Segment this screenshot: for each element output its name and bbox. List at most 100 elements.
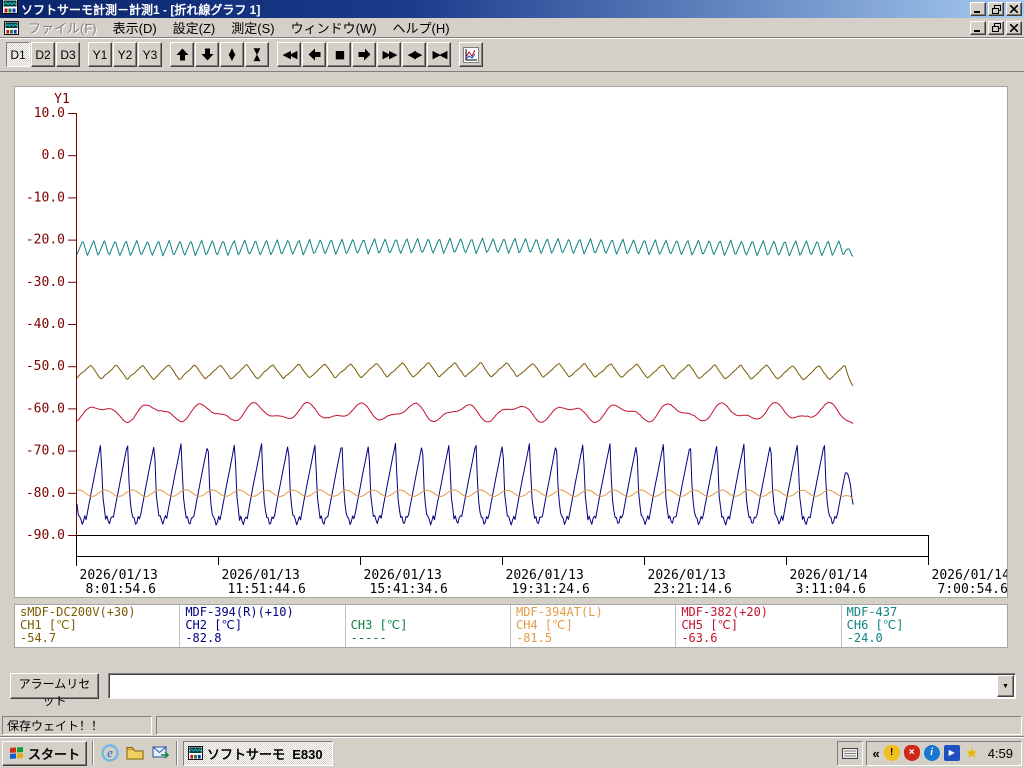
expand-horizontal-icon: ◀▶ [407, 48, 423, 61]
start-button[interactable]: スタート [2, 740, 88, 766]
left-arrow-icon [308, 48, 320, 61]
svg-text:19:31:24.6: 19:31:24.6 [512, 582, 590, 597]
chevron-collapse-icon[interactable]: « [872, 746, 879, 761]
svg-text:e: e [107, 745, 113, 760]
svg-text:-20.0: -20.0 [26, 233, 65, 248]
info-balloon-icon[interactable]: i [923, 745, 940, 761]
expand-vertical-icon: ▲ ▼ [228, 46, 236, 63]
svg-text:2026/01/14: 2026/01/14 [790, 568, 868, 583]
folder-icon[interactable] [124, 741, 146, 765]
taskbar-separator [92, 741, 95, 765]
toolbar-button-compress-horizontal[interactable]: ▶◀ [427, 42, 451, 67]
taskbar-task-button[interactable]: ソフトサーモ E830 [183, 740, 334, 766]
svg-text:-70.0: -70.0 [26, 444, 65, 459]
channel-value: ----- [350, 631, 387, 645]
task-label: ソフトサーモ E830 [207, 746, 323, 762]
taskbar: スタート e ソフトサーモ E830 « ! × i ▶ ★ 4:59 [0, 737, 1024, 768]
toolbar-button-line-graph[interactable] [459, 42, 483, 67]
start-label: スタート [28, 746, 81, 762]
svg-text:-60.0: -60.0 [26, 401, 65, 416]
right-arrow-icon [358, 48, 370, 61]
svg-text:2026/01/13: 2026/01/13 [80, 568, 158, 583]
chart-panel: 10.0 0.0 -10.0 -20.0 -30.0 -40.0 -50.0 -60.0 -70… [14, 86, 1008, 598]
toolbar-button-scroll-left[interactable] [302, 42, 326, 67]
toolbar-button-y1[interactable]: Y1 [88, 42, 112, 67]
svg-text:0.0: 0.0 [42, 148, 65, 163]
toolbar-button-scroll-down[interactable] [195, 42, 219, 67]
close-icon [1010, 23, 1018, 32]
outlook-express-icon[interactable] [149, 741, 171, 765]
legend-cell-ch2: MDF-394(R)(+10) CH2 [℃] -82.8 [180, 605, 346, 647]
titlebar: ソフトサーモ計測－計測1 - [折れ線グラフ 1] [0, 0, 1024, 18]
stop-icon: ■ [334, 48, 346, 61]
svg-text:-90.0: -90.0 [26, 528, 65, 543]
legend-cell-ch4: MDF-394AT(L) CH4 [℃] -81.5 [511, 605, 677, 647]
svg-text:2026/01/13: 2026/01/13 [222, 568, 300, 583]
rewind-icon: ◀◀ [282, 48, 298, 61]
document-chart-icon[interactable] [2, 20, 20, 36]
toolbar-button-expand-horizontal[interactable]: ◀▶ [402, 42, 426, 67]
legend-cell-ch1: sMDF-DC200V(+30) CH1 [℃] -54.7 [15, 605, 181, 647]
tray-clock: 4:59 [987, 745, 1013, 761]
alert-shield-icon[interactable]: ! [883, 745, 900, 761]
restore-button[interactable] [988, 2, 1004, 16]
status-text: 保存ウェイト！！ [7, 718, 104, 733]
alarm-combobox[interactable]: ▼ [108, 673, 1016, 699]
toolbar-button-compress-vertical[interactable]: ▼ ▲ [245, 42, 269, 67]
svg-text:-30.0: -30.0 [26, 275, 65, 290]
series-ch5-line [76, 401, 854, 425]
svg-text:23:21:14.6: 23:21:14.6 [654, 582, 732, 597]
media-player-icon[interactable]: ▶ [943, 745, 960, 761]
close-button[interactable] [1006, 2, 1022, 16]
series-ch6-line [76, 237, 854, 257]
status-panel: 保存ウェイト！！ [2, 715, 152, 735]
svg-text:10.0: 10.0 [34, 106, 65, 121]
combobox-dropdown-button[interactable]: ▼ [997, 675, 1014, 697]
menubar: ファイル(F) 表示(D) 設定(Z) 測定(S) ウィンドウ(W) ヘルプ(H) [0, 18, 1024, 38]
toolbar-button-rewind[interactable]: ◀◀ [277, 42, 301, 67]
menu-item-measure[interactable]: 測定(S) [223, 17, 282, 38]
status-panel-secondary [156, 715, 1022, 735]
keyboard-layout-indicator[interactable] [837, 740, 864, 766]
toolbar-button-stop[interactable]: ■ [327, 42, 351, 67]
channel-value: -82.8 [185, 631, 222, 645]
client-area: 10.0 0.0 -10.0 -20.0 -30.0 -40.0 -50.0 -60.0 -70… [0, 72, 1024, 714]
toolbar-button-d3[interactable]: D3 [56, 42, 80, 67]
window-title: ソフトサーモ計測－計測1 - [折れ線グラフ 1] [21, 2, 261, 17]
svg-text:15:41:34.6: 15:41:34.6 [370, 582, 448, 597]
child-close-button[interactable] [1006, 20, 1022, 35]
toolbar-button-scroll-up[interactable] [170, 42, 194, 67]
menu-item-window[interactable]: ウィンドウ(W) [283, 17, 385, 38]
internet-explorer-icon[interactable]: e [99, 741, 121, 765]
minimize-icon [974, 11, 980, 13]
svg-text:2026/01/14: 2026/01/14 [932, 568, 1008, 583]
child-minimize-button[interactable] [970, 20, 986, 35]
restore-icon [991, 4, 1001, 14]
toolbar-button-fast-forward[interactable]: ▶▶ [377, 42, 401, 67]
menu-item-view[interactable]: 表示(D) [105, 17, 165, 38]
toolbar-button-y2[interactable]: Y2 [113, 42, 137, 67]
svg-text:Y1: Y1 [54, 92, 70, 107]
toolbar-button-expand-vertical[interactable]: ▲ ▼ [220, 42, 244, 67]
child-restore-button[interactable] [988, 20, 1004, 35]
menu-item-settings[interactable]: 設定(Z) [165, 17, 224, 38]
star-icon[interactable]: ★ [964, 745, 980, 761]
toolbar-button-d1[interactable]: D1 [6, 42, 30, 67]
desktop: ソフトサーモ計測－計測1 - [折れ線グラフ 1] ファイル(F) 表示(D) … [0, 0, 1024, 768]
channel-value: -24.0 [846, 631, 883, 645]
toolbar-button-d2[interactable]: D2 [31, 42, 55, 67]
close-icon [1010, 5, 1018, 13]
down-arrow-icon [201, 48, 213, 61]
line-chart: 10.0 0.0 -10.0 -20.0 -30.0 -40.0 -50.0 -60.0 -70… [26, 92, 1008, 597]
minimize-icon [974, 29, 980, 32]
minimize-button[interactable] [970, 2, 986, 16]
channel-value: -54.7 [20, 631, 57, 645]
app-window: ソフトサーモ計測－計測1 - [折れ線グラフ 1] ファイル(F) 表示(D) … [0, 0, 1024, 737]
toolbar-button-scroll-right[interactable] [352, 42, 376, 67]
alarm-reset-button[interactable]: アラームリセット [10, 673, 99, 708]
series-ch2-line [76, 442, 854, 526]
svg-text:7:00:54.6: 7:00:54.6 [938, 582, 1008, 597]
menu-item-help[interactable]: ヘルプ(H) [385, 17, 458, 38]
toolbar-button-y3[interactable]: Y3 [138, 42, 162, 67]
blocked-shield-icon[interactable]: × [903, 745, 920, 761]
